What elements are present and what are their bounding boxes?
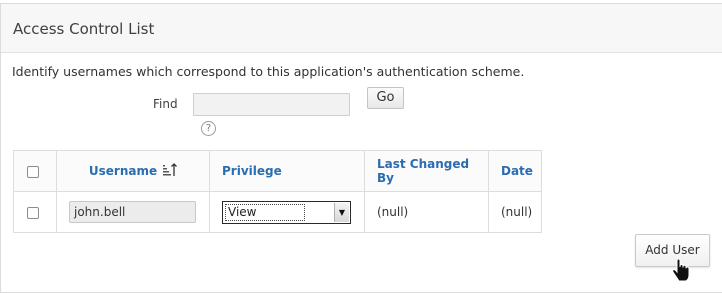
panel-header: Access Control List bbox=[1, 4, 722, 53]
date-value: (null) bbox=[501, 205, 533, 219]
username-field[interactable]: john.bell bbox=[69, 201, 196, 223]
privilege-cell: View ▼ bbox=[209, 191, 365, 233]
username-cell: john.bell bbox=[56, 191, 210, 233]
go-button[interactable]: Go bbox=[367, 87, 404, 109]
panel-title: Access Control List bbox=[13, 20, 155, 38]
last-changed-by-header-label[interactable]: Last Changed By bbox=[377, 157, 469, 185]
select-all-checkbox[interactable] bbox=[27, 165, 39, 178]
row-checkbox[interactable] bbox=[27, 206, 39, 219]
privilege-select-value: View bbox=[228, 204, 257, 219]
username-header[interactable]: Username bbox=[56, 150, 210, 192]
sort-ascending-icon[interactable] bbox=[163, 162, 178, 180]
table-header-row: Username Privilege Last Changed By Date bbox=[13, 150, 542, 192]
row-select-cell bbox=[13, 191, 57, 233]
last-changed-by-cell: (null) bbox=[364, 191, 489, 233]
date-cell: (null) bbox=[488, 191, 542, 233]
privilege-header-label[interactable]: Privilege bbox=[222, 164, 282, 178]
find-input[interactable] bbox=[193, 93, 350, 116]
username-header-label[interactable]: Username bbox=[89, 164, 157, 178]
find-label: Find bbox=[153, 97, 178, 111]
select-all-header bbox=[13, 150, 57, 192]
date-header[interactable]: Date bbox=[488, 150, 542, 192]
last-changed-by-value: (null) bbox=[377, 205, 409, 219]
date-header-label[interactable]: Date bbox=[501, 164, 533, 178]
table-row: john.bell View ▼ (null) (null) bbox=[13, 191, 542, 233]
last-changed-by-header[interactable]: Last Changed By bbox=[364, 150, 489, 192]
privilege-select[interactable]: View ▼ bbox=[222, 200, 351, 224]
acl-panel: Access Control List bbox=[0, 3, 722, 293]
dropdown-arrow-icon[interactable]: ▼ bbox=[334, 202, 349, 222]
help-icon[interactable]: ? bbox=[201, 121, 216, 136]
panel-description: Identify usernames which correspond to t… bbox=[12, 64, 525, 79]
acl-table: Username Privilege Last Changed By Date … bbox=[13, 150, 542, 233]
hand-pointer-icon bbox=[672, 258, 690, 282]
privilege-header[interactable]: Privilege bbox=[209, 150, 365, 192]
